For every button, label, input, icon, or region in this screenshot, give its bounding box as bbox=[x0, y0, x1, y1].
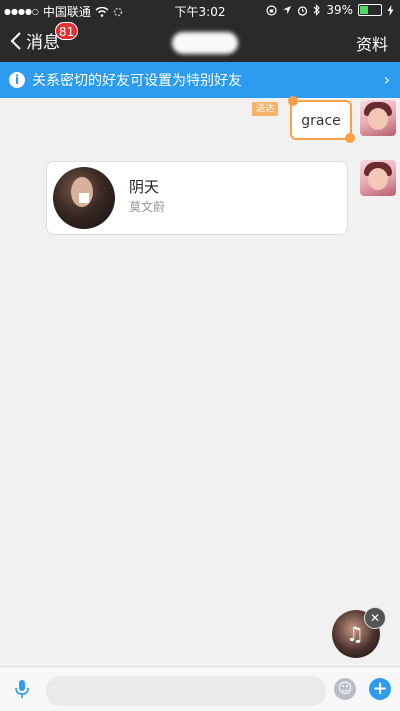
avatar-face bbox=[368, 108, 388, 130]
status-right: 39% bbox=[266, 3, 394, 17]
music-share-card[interactable]: 阴天 莫文蔚 bbox=[46, 161, 348, 235]
delivered-tag: 送达 bbox=[252, 102, 278, 116]
sticker-text: grace bbox=[301, 113, 341, 129]
my-avatar[interactable] bbox=[360, 100, 396, 136]
sticker-message[interactable]: grace bbox=[288, 96, 355, 143]
profile-button[interactable]: 资料 bbox=[356, 31, 388, 55]
message-input[interactable] bbox=[46, 676, 326, 706]
info-icon: i bbox=[9, 72, 25, 88]
close-player-button[interactable]: ✕ bbox=[364, 607, 386, 629]
navigation-bar: 消息 81 资料 bbox=[0, 20, 400, 62]
album-disc-icon bbox=[53, 167, 115, 229]
input-bar: ☺ + bbox=[0, 666, 400, 711]
my-avatar[interactable] bbox=[360, 160, 396, 196]
charging-icon bbox=[387, 4, 394, 16]
microphone-icon[interactable] bbox=[12, 679, 32, 699]
battery-percent: 39% bbox=[326, 3, 353, 17]
flower-decoration-icon bbox=[288, 96, 298, 106]
battery-icon bbox=[358, 4, 382, 16]
banner-text: 关系密切的好友可设置为特别好友 bbox=[32, 73, 242, 89]
avatar-face bbox=[368, 168, 388, 190]
music-note-icon: ♫ bbox=[346, 622, 364, 646]
status-bar: ●●●●○ 中国联通 下午3:02 39% bbox=[0, 0, 400, 20]
disc-center bbox=[79, 193, 89, 203]
song-title: 阴天 bbox=[129, 178, 160, 196]
special-friend-banner[interactable]: i 关系密切的好友可设置为特别好友 › bbox=[0, 62, 400, 98]
chevron-left-icon bbox=[10, 31, 21, 50]
rotation-lock-icon bbox=[266, 4, 277, 16]
battery-level bbox=[360, 6, 368, 14]
bluetooth-icon bbox=[313, 4, 321, 16]
location-icon bbox=[283, 6, 292, 14]
plus-icon[interactable]: + bbox=[369, 678, 391, 700]
back-button[interactable]: 消息 bbox=[10, 28, 60, 53]
flower-decoration-icon bbox=[345, 133, 355, 143]
chevron-right-icon: › bbox=[383, 70, 390, 89]
redacted-contact-name bbox=[172, 32, 238, 54]
song-artist: 莫文蔚 bbox=[129, 200, 166, 214]
unread-badge: 81 bbox=[55, 22, 79, 40]
emoji-icon[interactable]: ☺ bbox=[334, 678, 356, 700]
alarm-icon bbox=[298, 5, 308, 16]
